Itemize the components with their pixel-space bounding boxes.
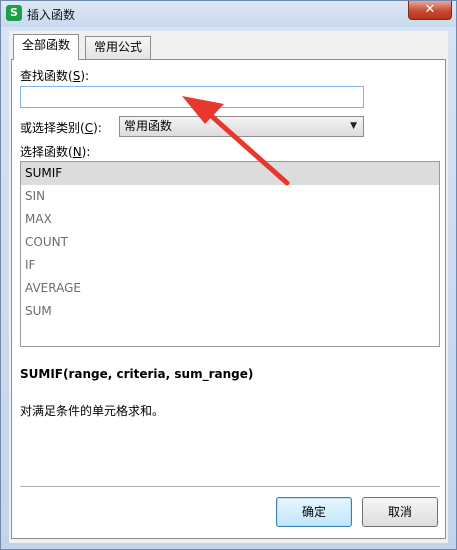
search-label: 查找函数(S): [20, 69, 90, 83]
tab-panel: 查找函数(S): 或选择类别(C): 常用函数 ▼ 选择函数(N): SUMIF… [11, 59, 446, 539]
tab-all-functions[interactable]: 全部函数 [13, 34, 80, 60]
tab-common-formulas[interactable]: 常用公式 [85, 36, 152, 59]
list-item[interactable]: COUNT [21, 231, 439, 254]
function-signature: SUMIF(range, criteria, sum_range) [20, 367, 254, 381]
title-bar[interactable]: S 插入函数 ✕ [1, 1, 456, 27]
app-icon: S [6, 5, 22, 21]
insert-function-dialog: S 插入函数 ✕ 全部函数 常用公式 查找函数(S): 或选择类别(C): 常用… [0, 0, 457, 550]
list-item[interactable]: SIN [21, 185, 439, 208]
close-button[interactable]: ✕ [408, 1, 452, 20]
list-item[interactable]: AVERAGE [21, 277, 439, 300]
chevron-down-icon[interactable]: ▼ [350, 117, 357, 136]
function-list-label: 选择函数(N): [20, 145, 91, 159]
divider [20, 486, 440, 487]
tab-label: 全部函数 [22, 38, 71, 52]
list-item[interactable]: SUM [21, 300, 439, 323]
category-select[interactable]: 常用函数 ▼ [119, 116, 364, 137]
dialog-title: 插入函数 [27, 8, 76, 22]
cancel-button[interactable]: 取消 [362, 497, 438, 527]
function-description: 对满足条件的单元格求和。 [20, 404, 165, 418]
category-selected-value: 常用函数 [124, 119, 173, 133]
function-list[interactable]: SUMIF SIN MAX COUNT IF AVERAGE SUM [20, 161, 440, 347]
close-icon: ✕ [424, 2, 436, 17]
ok-button[interactable]: 确定 [276, 497, 352, 527]
list-item[interactable]: IF [21, 254, 439, 277]
search-input[interactable] [20, 86, 364, 108]
category-label: 或选择类别(C): [20, 121, 102, 135]
dialog-body: 全部函数 常用公式 查找函数(S): 或选择类别(C): 常用函数 ▼ 选择函数… [9, 31, 448, 543]
list-item[interactable]: SUMIF [21, 162, 439, 185]
tab-label: 常用公式 [94, 40, 143, 54]
list-item[interactable]: MAX [21, 208, 439, 231]
